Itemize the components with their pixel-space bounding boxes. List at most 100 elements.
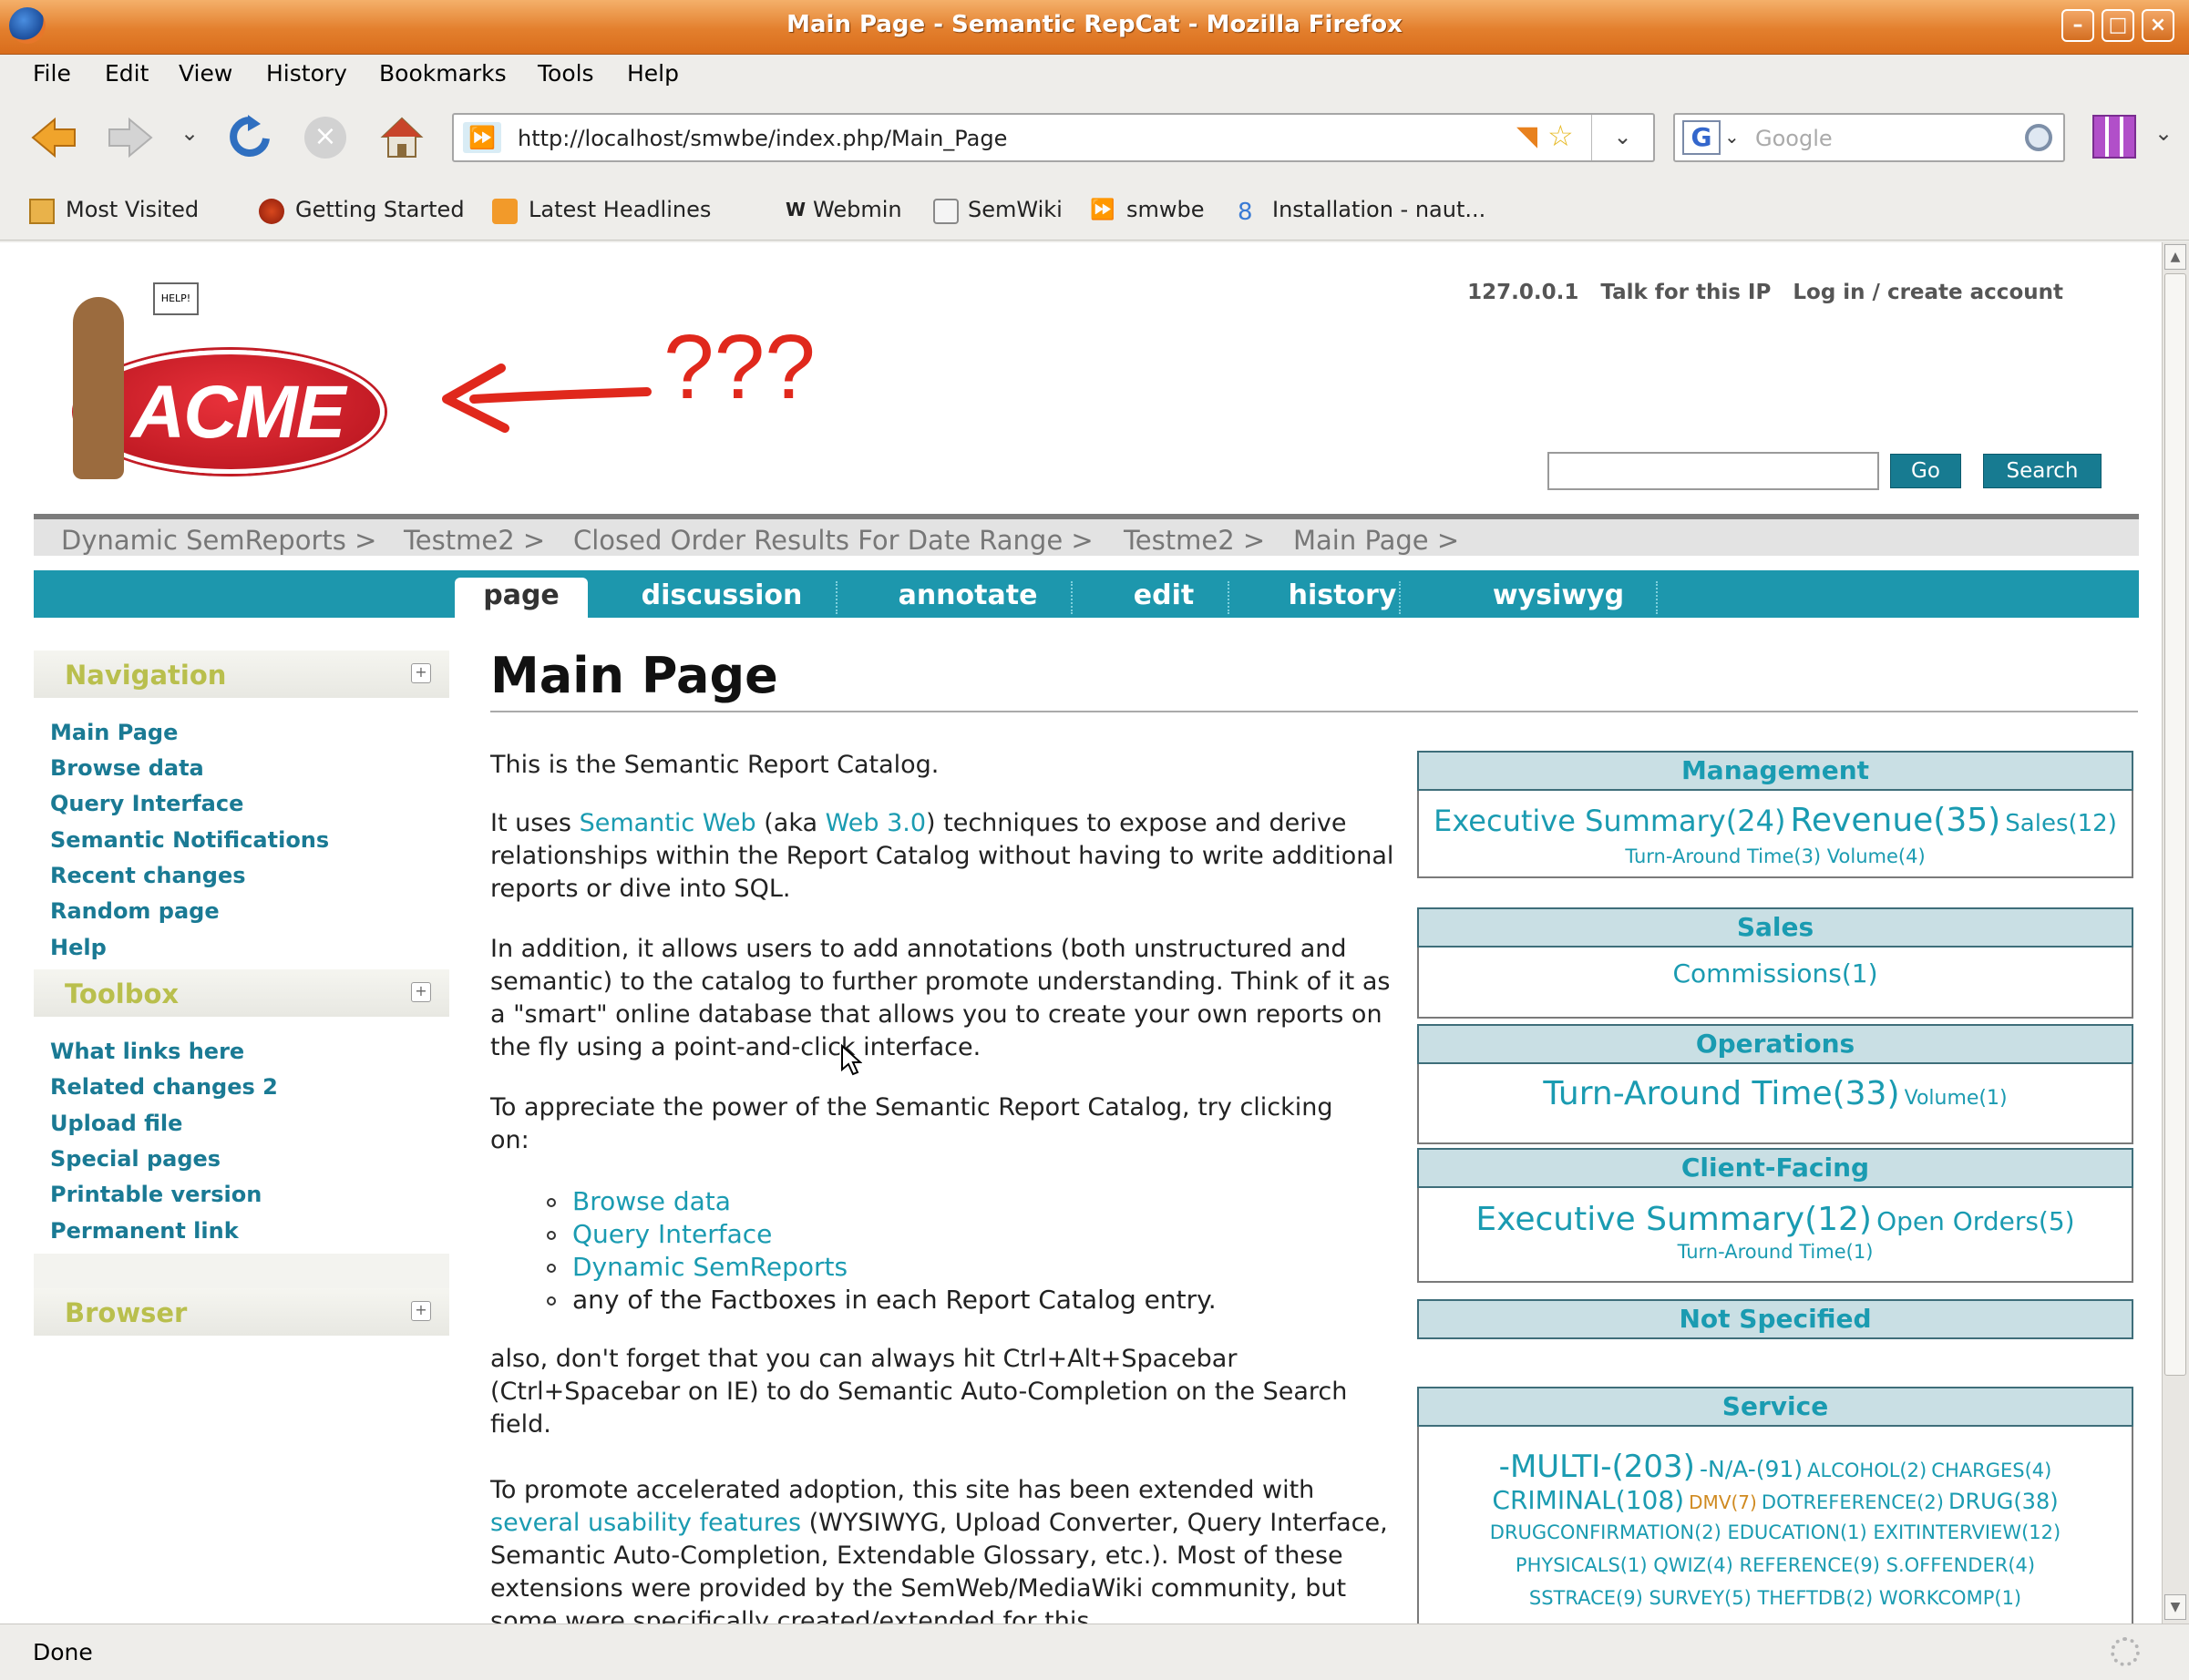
category-header-not-specified[interactable]: Not Specified	[1417, 1299, 2133, 1339]
toolbar-overflow-icon[interactable]: ⌄	[2154, 120, 2173, 146]
tag-link[interactable]: Commissions(1)	[1419, 958, 2132, 989]
home-icon[interactable]	[379, 115, 425, 160]
tag-line[interactable]: PHYSICALS(1) QWIZ(4) REFERENCE(9) S.OFFE…	[1419, 1554, 2132, 1576]
search-engine-input[interactable]: Google	[1755, 126, 1833, 151]
tag-line[interactable]: Turn-Around Time(3) Volume(4)	[1419, 845, 2132, 867]
bookmark-semwiki[interactable]: SemWiki	[968, 197, 1063, 222]
user-ip-link[interactable]: 127.0.0.1	[1467, 281, 1578, 304]
collapse-toggle-icon[interactable]: +	[411, 663, 431, 683]
sidebar-item-related-changes[interactable]: Related changes 2	[50, 1074, 278, 1100]
url-text[interactable]: http://localhost/smwbe/index.php/Main_Pa…	[518, 126, 1007, 151]
sidebar-item-semantic-notifications[interactable]: Semantic Notifications	[50, 827, 329, 853]
close-button[interactable]: ×	[2142, 9, 2174, 42]
tag-link[interactable]: ALCOHOL(2)	[1807, 1460, 1927, 1481]
breadcrumb-item[interactable]: Testme2 >	[404, 525, 545, 556]
tag-link[interactable]: Sales(12)	[2005, 810, 2117, 837]
tag-link[interactable]: Turn-Around Time(33)	[1543, 1075, 1899, 1112]
search-engine-box[interactable]: G ⌄ Google	[1673, 113, 2065, 162]
tab-discussion[interactable]: discussion	[617, 578, 827, 618]
tag-link[interactable]: CRIMINAL(108)	[1492, 1485, 1684, 1515]
category-header-management[interactable]: Management	[1417, 751, 2133, 791]
usability-features-link[interactable]: several usability features	[490, 1509, 801, 1537]
talk-link[interactable]: Talk for this IP	[1600, 281, 1771, 304]
tag-link[interactable]: DMV(7)	[1689, 1491, 1757, 1513]
tab-edit[interactable]: edit	[1091, 578, 1237, 618]
minimize-button[interactable]: –	[2061, 9, 2094, 42]
scroll-thumb[interactable]	[2164, 273, 2186, 1376]
sidebar-item-upload-file[interactable]: Upload file	[50, 1111, 182, 1136]
back-icon[interactable]	[31, 117, 77, 159]
addon-grid-icon[interactable]	[2092, 115, 2136, 159]
sidebar-item-main-page[interactable]: Main Page	[50, 720, 178, 745]
tab-page[interactable]: page	[455, 578, 588, 618]
tag-link[interactable]: Executive Summary(24)	[1434, 804, 1785, 838]
breadcrumb-item[interactable]: Closed Order Results For Date Range >	[573, 525, 1094, 556]
browser-portlet-header[interactable]: Browser +	[34, 1288, 449, 1336]
collapse-toggle-icon[interactable]: +	[411, 982, 431, 1002]
sidebar-item-printable-version[interactable]: Printable version	[50, 1182, 262, 1207]
category-header-operations[interactable]: Operations	[1417, 1024, 2133, 1064]
window-title-bar[interactable]: Main Page - Semantic RepCat - Mozilla Fi…	[0, 0, 2189, 55]
sidebar-item-recent-changes[interactable]: Recent changes	[50, 863, 246, 888]
site-identity-icon[interactable]: ⏩	[463, 122, 501, 153]
menu-view[interactable]: View	[179, 60, 232, 87]
login-link[interactable]: Log in / create account	[1793, 281, 2063, 304]
tag-link[interactable]: -N/A-(91)	[1700, 1456, 1803, 1482]
menu-bookmarks[interactable]: Bookmarks	[379, 60, 507, 87]
tag-link[interactable]: -MULTI-(203)	[1499, 1449, 1695, 1485]
sidebar-item-query-interface[interactable]: Query Interface	[50, 791, 243, 816]
sidebar-item-what-links-here[interactable]: What links here	[50, 1039, 244, 1064]
rss-feed-icon[interactable]: ◥	[1516, 120, 1537, 152]
breadcrumb-item[interactable]: Dynamic SemReports >	[61, 525, 376, 556]
category-header-client-facing[interactable]: Client-Facing	[1417, 1148, 2133, 1188]
engine-dropdown-icon[interactable]: ⌄	[1724, 126, 1740, 148]
tag-link[interactable]: Executive Summary(12)	[1475, 1201, 1872, 1238]
menu-file[interactable]: File	[33, 60, 71, 87]
bookmark-smwbe[interactable]: smwbe	[1126, 197, 1205, 222]
query-interface-link[interactable]: Query Interface	[572, 1219, 772, 1249]
tab-annotate[interactable]: annotate	[863, 578, 1073, 618]
tag-line[interactable]: SSTRACE(9) SURVEY(5) THEFTDB(2) WORKCOMP…	[1419, 1587, 2132, 1609]
forward-icon[interactable]	[108, 117, 153, 159]
sidebar-item-browse-data[interactable]: Browse data	[50, 755, 204, 781]
tag-link[interactable]: DOTREFERENCE(2)	[1762, 1491, 1944, 1513]
tab-history[interactable]: history	[1251, 578, 1434, 618]
category-header-service[interactable]: Service	[1417, 1387, 2133, 1427]
tag-link[interactable]: CHARGES(4)	[1931, 1460, 2051, 1481]
bookmark-getting-started[interactable]: Getting Started	[295, 197, 465, 222]
bookmark-latest-headlines[interactable]: Latest Headlines	[529, 197, 711, 222]
menu-tools[interactable]: Tools	[538, 60, 594, 87]
tag-link[interactable]: Revenue(35)	[1791, 802, 2001, 839]
tag-link[interactable]: DRUG(38)	[1948, 1489, 2059, 1514]
go-button[interactable]: Go	[1890, 454, 1961, 488]
semantic-web-link[interactable]: Semantic Web	[580, 809, 756, 837]
tag-link[interactable]: Volume(1)	[1905, 1087, 2008, 1110]
sidebar-item-special-pages[interactable]: Special pages	[50, 1146, 221, 1172]
tab-wysiwyg[interactable]: wysiwyg	[1481, 578, 1636, 618]
menu-edit[interactable]: Edit	[105, 60, 149, 87]
breadcrumb-item[interactable]: Main Page >	[1293, 525, 1459, 556]
tag-line[interactable]: DRUGCONFIRMATION(2) EDUCATION(1) EXITINT…	[1419, 1521, 2132, 1543]
dynamic-semreports-link[interactable]: Dynamic SemReports	[572, 1252, 848, 1282]
search-input[interactable]	[1547, 452, 1879, 490]
navigation-portlet-header[interactable]: Navigation +	[34, 650, 449, 698]
sidebar-item-help[interactable]: Help	[50, 935, 107, 960]
menu-help[interactable]: Help	[627, 60, 679, 87]
tag-link[interactable]: Open Orders(5)	[1876, 1206, 2075, 1236]
search-button[interactable]: Search	[1983, 454, 2102, 488]
bookmark-webmin[interactable]: Webmin	[813, 197, 902, 222]
browse-data-link[interactable]: Browse data	[572, 1186, 731, 1216]
google-icon[interactable]: G	[1682, 120, 1721, 155]
sidebar-item-random-page[interactable]: Random page	[50, 898, 220, 924]
maximize-button[interactable]: □	[2102, 9, 2134, 42]
stop-icon[interactable]: ×	[304, 117, 346, 159]
bookmark-star-icon[interactable]: ☆	[1547, 118, 1574, 153]
tag-line[interactable]: Turn-Around Time(1)	[1419, 1241, 2132, 1263]
reload-icon[interactable]	[228, 115, 272, 160]
web-3-link[interactable]: Web 3.0	[826, 809, 926, 837]
toolbox-portlet-header[interactable]: Toolbox +	[34, 969, 449, 1017]
magnifier-icon[interactable]	[2025, 124, 2052, 151]
category-header-sales[interactable]: Sales	[1417, 907, 2133, 948]
url-dropdown-icon[interactable]: ⌄	[1591, 115, 1653, 160]
history-dropdown-icon[interactable]: ⌄	[180, 120, 199, 146]
